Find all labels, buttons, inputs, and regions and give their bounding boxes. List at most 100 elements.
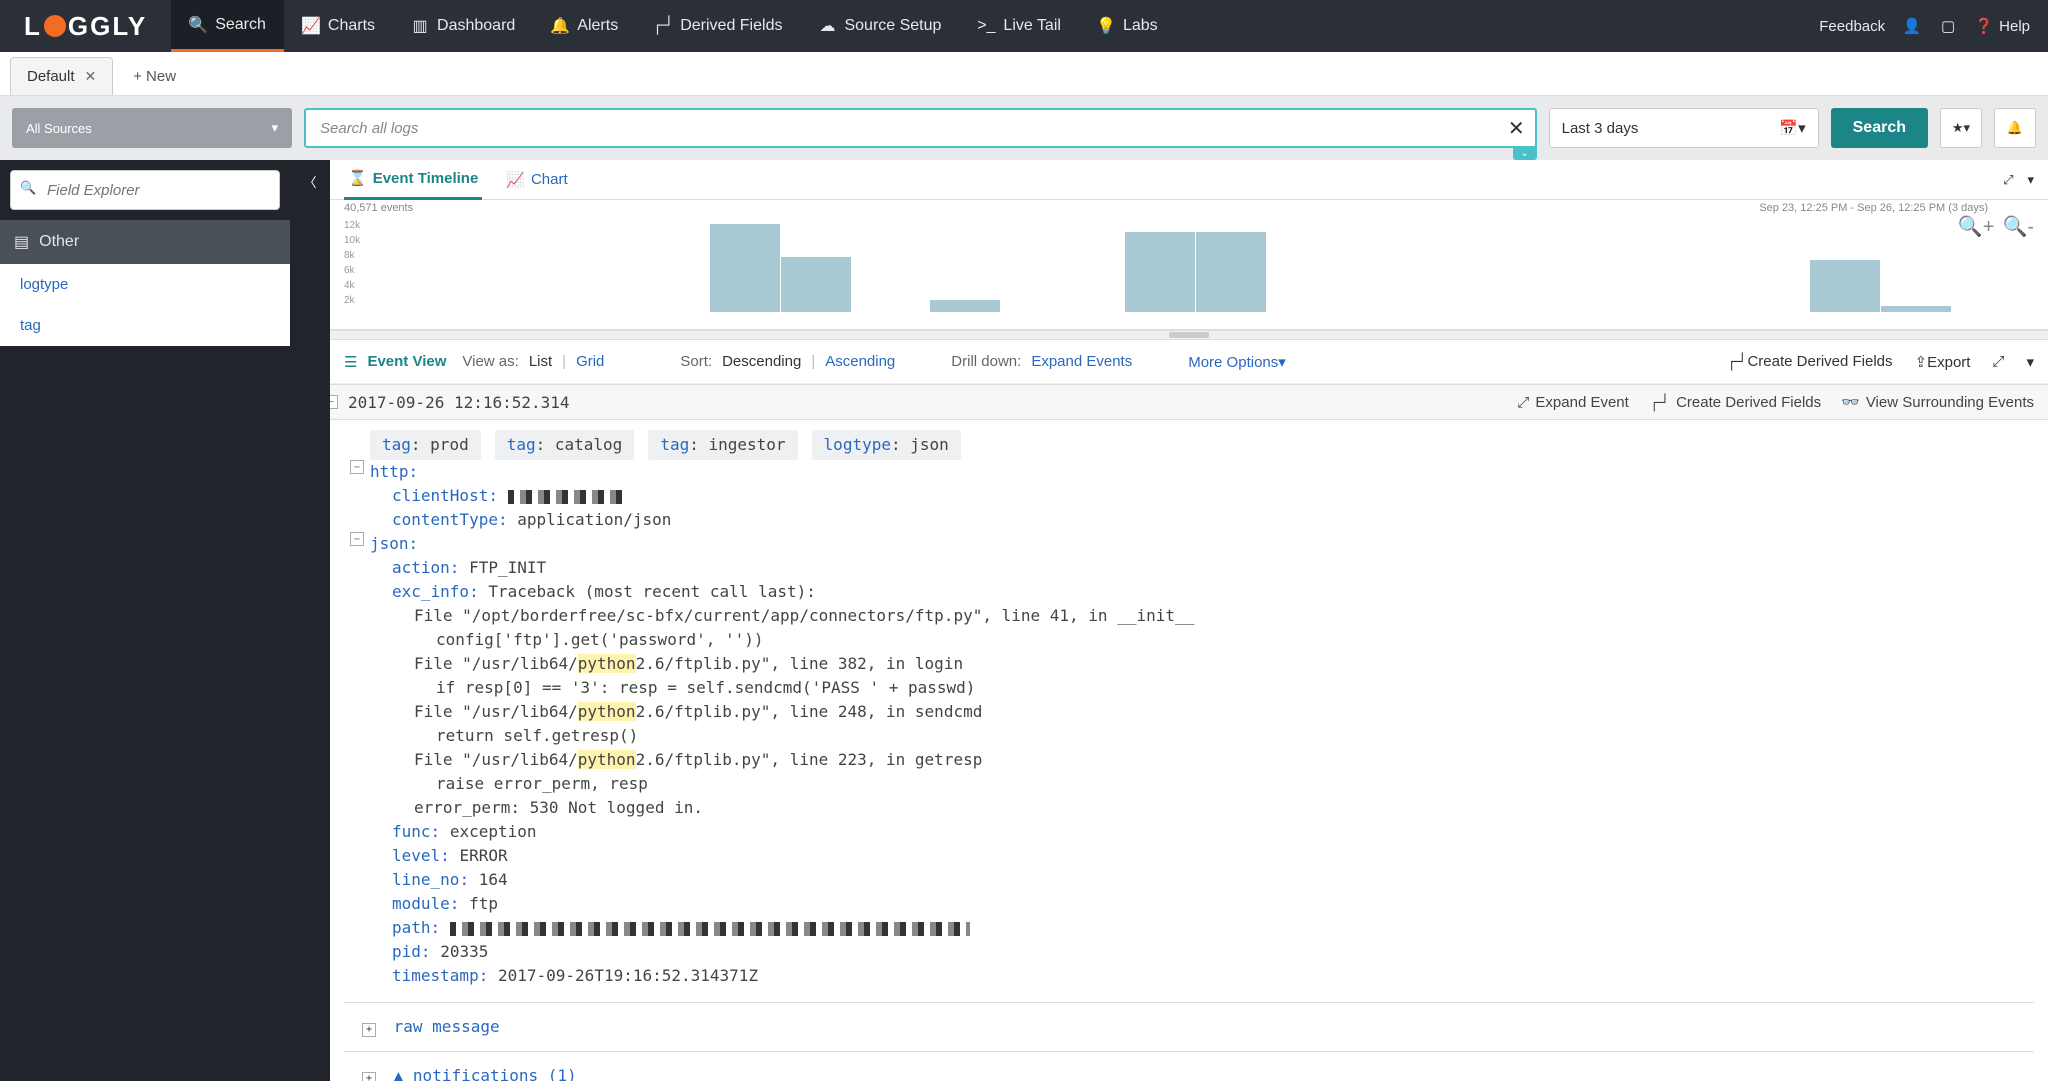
chevron-down-icon: ▾	[271, 120, 278, 136]
user-icon: 👤	[1903, 17, 1921, 35]
nav-source-setup[interactable]: ☁Source Setup	[800, 0, 959, 52]
view-as-label: View as:	[462, 353, 518, 370]
timeline-bar[interactable]	[1196, 232, 1266, 312]
traceback-line: config['ftp'].get('password', ''))	[370, 628, 2034, 652]
timeline-bar[interactable]	[710, 224, 780, 312]
alert-button[interactable]: 🔔	[1994, 108, 2036, 148]
expand-toggle[interactable]: +	[362, 1023, 376, 1037]
nav-alerts[interactable]: 🔔Alerts	[533, 0, 636, 52]
sidebar-item-tag[interactable]: tag	[0, 305, 290, 346]
sidebar-category-other[interactable]: ▤ Other	[0, 220, 290, 264]
collapse-toggle[interactable]: −	[350, 460, 364, 474]
traceback-line: File "/usr/lib64/python2.6/ftplib.py", l…	[370, 652, 2034, 676]
tag-chip[interactable]: logtype: json	[812, 430, 961, 460]
search-icon: 🔍	[189, 16, 207, 34]
traceback-line: return self.getresp()	[370, 724, 2034, 748]
hourglass-icon: ⌛	[348, 169, 367, 187]
tab-default[interactable]: Default ✕	[10, 57, 113, 95]
search-button[interactable]: Search	[1831, 108, 1928, 148]
nav-dashboard[interactable]: ▥Dashboard	[393, 0, 533, 52]
expand-toggle[interactable]: +	[362, 1072, 376, 1081]
event-timestamp: 2017-09-26 12:16:52.314	[348, 393, 570, 412]
user-menu[interactable]: 👤	[1903, 17, 1921, 35]
view-list[interactable]: List	[529, 353, 552, 370]
traceback-line: File "/usr/lib64/python2.6/ftplib.py", l…	[370, 700, 2034, 724]
sources-label: All Sources	[26, 121, 92, 136]
search-tabs: Default ✕ +New	[0, 52, 2048, 96]
drive-icon: ▤	[14, 232, 29, 252]
more-options[interactable]: More Options▾	[1188, 353, 1286, 371]
traceback-line: error_perm: 530 Not logged in.	[370, 796, 2034, 820]
export-button[interactable]: ⇪Export	[1915, 353, 1971, 371]
nav-derived-fields[interactable]: ┌┘Derived Fields	[636, 0, 800, 52]
tag-chip[interactable]: tag: ingestor	[648, 430, 797, 460]
close-icon[interactable]: ✕	[85, 68, 97, 85]
collapse-toggle[interactable]: −	[330, 395, 338, 409]
field-explorer-input[interactable]	[10, 170, 280, 210]
expand-icon[interactable]: ⤢	[2003, 172, 2013, 188]
expand-icon: ⤢	[1517, 394, 1529, 411]
redacted	[508, 490, 628, 504]
create-derived-fields[interactable]: ┌┘Create Derived Fields	[1649, 393, 1821, 411]
plus-icon: +	[133, 68, 142, 85]
timeline-bar[interactable]	[1125, 232, 1195, 312]
event-view-link[interactable]: Event View	[367, 353, 446, 370]
sidebar-collapse[interactable]: 〈	[290, 160, 330, 1081]
tag-chip[interactable]: tag: prod	[370, 430, 481, 460]
clear-search-icon[interactable]: ✕	[1508, 116, 1525, 141]
view-grid[interactable]: Grid	[576, 353, 604, 370]
search-bar: All Sources ▾ ✕ ⌄ Last 3 days 📅▾ Search …	[0, 96, 2048, 160]
create-derived-fields[interactable]: ┌┘Create Derived Fields	[1726, 353, 1892, 370]
expand-search-icon[interactable]: ⌄	[1513, 146, 1537, 160]
category-label: Other	[39, 233, 79, 251]
collapse-toggle[interactable]: −	[350, 532, 364, 546]
notifications-link[interactable]: notifications (1)	[413, 1066, 577, 1081]
search-input[interactable]	[304, 108, 1537, 148]
chevron-down-icon[interactable]: ▾	[2026, 353, 2034, 371]
sources-dropdown[interactable]: All Sources ▾	[12, 108, 292, 148]
timerange-label: Last 3 days	[1562, 120, 1639, 137]
binoculars-icon: 👓	[1841, 393, 1860, 411]
event-view-bar: ☰ Event View View as: List | Grid Sort: …	[330, 340, 2048, 384]
timerange-dropdown[interactable]: Last 3 days 📅▾	[1549, 108, 1819, 148]
y-axis-ticks: 12k10k8k6k4k2k	[344, 220, 360, 306]
tab-event-timeline[interactable]: ⌛Event Timeline	[344, 160, 482, 200]
new-tab-button[interactable]: +New	[119, 58, 190, 95]
redacted	[450, 922, 970, 936]
nav-charts[interactable]: 📈Charts	[284, 0, 393, 52]
chart-icon: 📈	[506, 171, 525, 189]
expand-events[interactable]: Expand Events	[1031, 353, 1132, 370]
raw-message-link[interactable]: raw message	[394, 1017, 500, 1036]
favorite-button[interactable]: ★▾	[1940, 108, 1982, 148]
timeline-bar[interactable]	[1881, 306, 1951, 312]
terminal-icon: >_	[977, 17, 995, 35]
nav-live-tail[interactable]: >_Live Tail	[959, 0, 1079, 52]
expand-event[interactable]: ⤢Expand Event	[1517, 393, 1628, 411]
timeline-bars[interactable]	[370, 222, 2034, 312]
view-surrounding[interactable]: 👓View Surrounding Events	[1841, 393, 2034, 411]
help-link[interactable]: ❓Help	[1975, 17, 2030, 35]
expand-icon[interactable]: ⤢	[1992, 353, 2004, 370]
sidebar-item-logtype[interactable]: logtype	[0, 264, 290, 305]
timeline-bar[interactable]	[1810, 260, 1880, 312]
tab-chart[interactable]: 📈Chart	[502, 161, 571, 199]
sidebar: 🔍 ▤ Other logtype tag	[0, 160, 290, 1081]
logo-dot-icon	[44, 15, 66, 37]
sort-desc[interactable]: Descending	[722, 353, 801, 370]
timeline-bar[interactable]	[930, 300, 1000, 312]
event-header: − 2017-09-26 12:16:52.314 ⤢Expand Event …	[330, 384, 2048, 420]
bell-icon: 🔔	[551, 17, 569, 35]
nav-labs[interactable]: 💡Labs	[1079, 0, 1176, 52]
derived-icon: ┌┘	[1726, 353, 1747, 370]
org-menu[interactable]: ▢	[1939, 17, 1957, 35]
timeline-bar[interactable]	[781, 257, 851, 312]
bell-icon: 🔔	[2007, 120, 2023, 136]
feedback-link[interactable]: Feedback	[1819, 18, 1885, 35]
splitter[interactable]	[330, 330, 2048, 340]
nav-search[interactable]: 🔍Search	[171, 0, 284, 52]
chevron-down-icon[interactable]: ▾	[2027, 172, 2034, 188]
sort-asc[interactable]: Ascending	[825, 353, 895, 370]
logo: LGGLY	[0, 11, 171, 42]
timeline-chart: 40,571 events Sep 23, 12:25 PM - Sep 26,…	[330, 200, 2048, 330]
tag-chip[interactable]: tag: catalog	[495, 430, 635, 460]
